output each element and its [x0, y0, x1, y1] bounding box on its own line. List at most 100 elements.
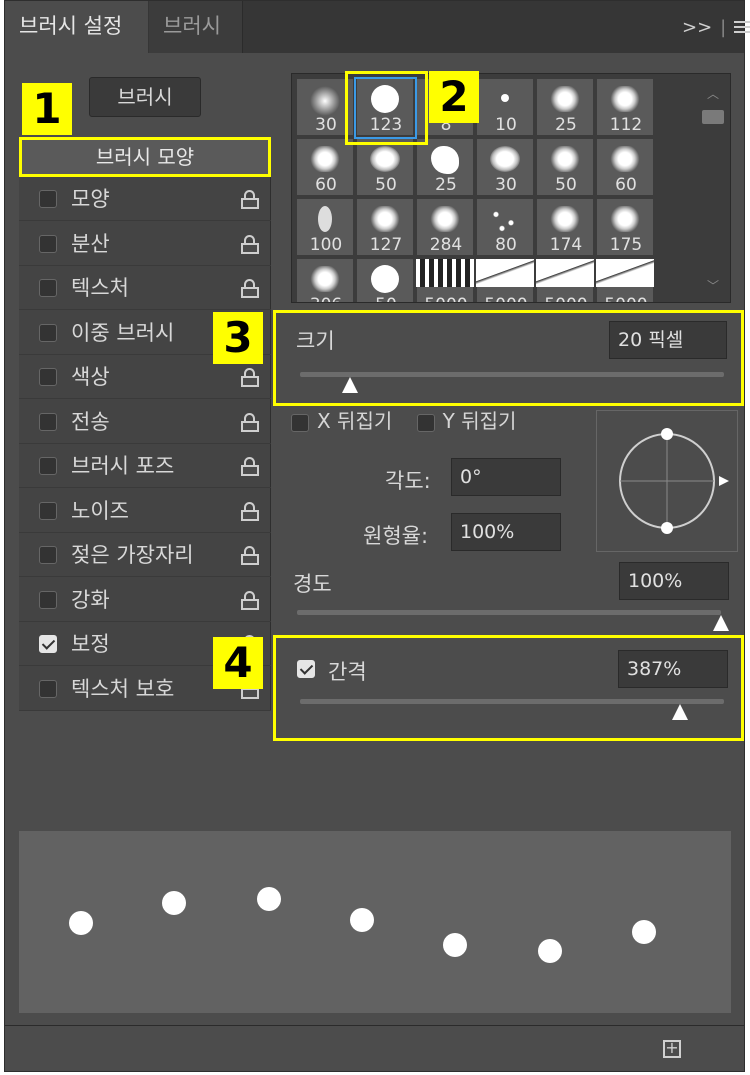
brush-preset[interactable]: 100	[296, 198, 354, 256]
brush-preset[interactable]: 50	[356, 258, 414, 302]
option-row[interactable]: 노이즈	[19, 489, 271, 533]
option-checkbox[interactable]	[39, 501, 57, 520]
lock-icon[interactable]	[241, 368, 259, 387]
brush-size-label: 112	[609, 115, 643, 135]
stroke-dab	[538, 939, 562, 963]
spacing-group: 간격 387%	[273, 635, 744, 741]
brush-tip-thumbnail	[370, 146, 400, 172]
size-slider-track[interactable]	[300, 372, 724, 377]
option-row[interactable]: 텍스처	[19, 266, 271, 310]
option-row[interactable]: 브러시 포즈	[19, 444, 271, 488]
brush-preset[interactable]: 30	[476, 138, 534, 196]
brush-preset[interactable]: 112	[596, 78, 654, 136]
brush-size-label: 100	[309, 235, 343, 255]
brush-preset[interactable]: 174	[536, 198, 594, 256]
spacing-field[interactable]: 387%	[618, 650, 728, 688]
stroke-dab	[69, 911, 93, 935]
tab-brush-settings[interactable]: 브러시 설정	[5, 1, 148, 53]
brush-preset[interactable]: 50	[536, 138, 594, 196]
option-row[interactable]: 모양	[19, 177, 271, 221]
brush-tip-thumbnail	[501, 94, 509, 102]
flip-row: X 뒤집기 Y 뒤집기	[291, 405, 516, 434]
brush-preset[interactable]: 60	[296, 138, 354, 196]
flip-x-checkbox[interactable]	[291, 413, 309, 432]
lock-icon[interactable]	[241, 501, 259, 521]
option-checkbox[interactable]	[39, 635, 57, 653]
brush-preset[interactable]: 127	[356, 198, 414, 256]
brush-preset[interactable]: 5000	[536, 258, 594, 302]
brush-size-label: 5000	[597, 295, 655, 302]
hardness-label: 경도	[293, 572, 332, 596]
brush-preset[interactable]: 80	[476, 198, 534, 256]
option-checkbox[interactable]	[39, 546, 57, 564]
panel-menu[interactable]: >> |	[682, 15, 750, 39]
stroke-dab	[257, 887, 281, 911]
roundness-field[interactable]: 100%	[451, 513, 561, 551]
brush-preset[interactable]: 175	[596, 198, 654, 256]
option-checkbox[interactable]	[39, 190, 57, 208]
lock-icon[interactable]	[241, 590, 259, 610]
selected-preset-outline	[354, 77, 417, 139]
flip-y-checkbox[interactable]	[416, 413, 435, 432]
angle-roundness-widget[interactable]	[596, 410, 738, 552]
option-row[interactable]: 젖은 가장자리	[19, 533, 271, 577]
option-checkbox[interactable]	[39, 412, 57, 431]
lock-icon[interactable]	[241, 190, 259, 209]
stroke-dab	[632, 920, 656, 944]
option-checkbox[interactable]	[39, 368, 57, 386]
brush-size-label: 10	[495, 115, 517, 135]
brush-tip-shape-button[interactable]: 브러시 모양	[19, 137, 271, 177]
brushes-button[interactable]: 브러시	[89, 77, 201, 117]
size-field[interactable]: 20 픽셀	[609, 321, 727, 359]
hardness-field[interactable]: 100%	[619, 562, 729, 600]
callout-4: 4	[213, 637, 263, 689]
scroll-down-icon[interactable]: ﹀	[707, 277, 719, 294]
spacing-slider-track[interactable]	[300, 699, 724, 704]
lock-icon[interactable]	[241, 279, 259, 298]
lock-icon[interactable]	[241, 546, 259, 565]
brush-settings-panel: 브러시 설정 브러시 >> | 브러시 브러시 모양 모양분산 텍스처이중 브러시…	[4, 0, 750, 1072]
option-checkbox[interactable]	[39, 457, 57, 475]
brush-tip-thumbnail	[607, 206, 643, 232]
hardness-slider-track[interactable]	[297, 610, 721, 615]
option-checkbox[interactable]	[39, 234, 57, 253]
option-checkbox[interactable]	[39, 590, 57, 609]
option-checkbox[interactable]	[39, 279, 57, 297]
preset-scrollbar[interactable]: ︿ ﹀	[698, 77, 728, 299]
lock-icon[interactable]	[241, 457, 259, 476]
option-row[interactable]: 강화	[19, 578, 271, 622]
angle-field[interactable]: 0°	[451, 458, 561, 496]
brush-preset[interactable]: 284	[416, 198, 474, 256]
brush-preset[interactable]: 5000	[416, 258, 474, 302]
lock-icon[interactable]	[241, 234, 259, 254]
brush-tip-thumbnail	[476, 259, 534, 287]
lock-icon[interactable]	[241, 412, 259, 432]
brush-preset[interactable]: 5000	[596, 258, 655, 302]
collapse-icon[interactable]: >>	[682, 17, 712, 38]
spacing-checkbox[interactable]	[297, 660, 315, 678]
flip-x-label: X 뒤집기	[317, 409, 393, 433]
brush-tip-thumbnail	[427, 206, 463, 232]
brush-preset[interactable]: 25	[416, 138, 474, 196]
brush-preset[interactable]: 10	[476, 78, 534, 136]
brush-preset[interactable]: 50	[356, 138, 414, 196]
brush-preset[interactable]: 5000	[476, 258, 534, 302]
scroll-up-icon[interactable]: ︿	[707, 85, 719, 102]
tab-brushes[interactable]: 브러시	[149, 1, 243, 53]
brush-size-label: 25	[435, 175, 457, 195]
option-row[interactable]: 분산	[19, 222, 271, 266]
option-checkbox[interactable]	[39, 323, 57, 342]
brush-preset[interactable]: 25	[536, 78, 594, 136]
option-label: 보정	[71, 632, 110, 656]
new-preset-icon[interactable]: +	[663, 1040, 681, 1058]
option-label: 이중 브러시	[71, 320, 175, 345]
scroll-thumb[interactable]	[702, 110, 724, 124]
callout-2: 2	[429, 71, 479, 123]
brush-size-label: 50	[555, 175, 577, 195]
brush-preset[interactable]: 60	[596, 138, 654, 196]
option-checkbox[interactable]	[39, 679, 57, 698]
option-label: 모양	[71, 187, 110, 211]
brush-preset[interactable]: 306	[296, 258, 354, 302]
hamburger-icon[interactable]	[734, 18, 750, 36]
option-row[interactable]: 전송	[19, 400, 271, 444]
